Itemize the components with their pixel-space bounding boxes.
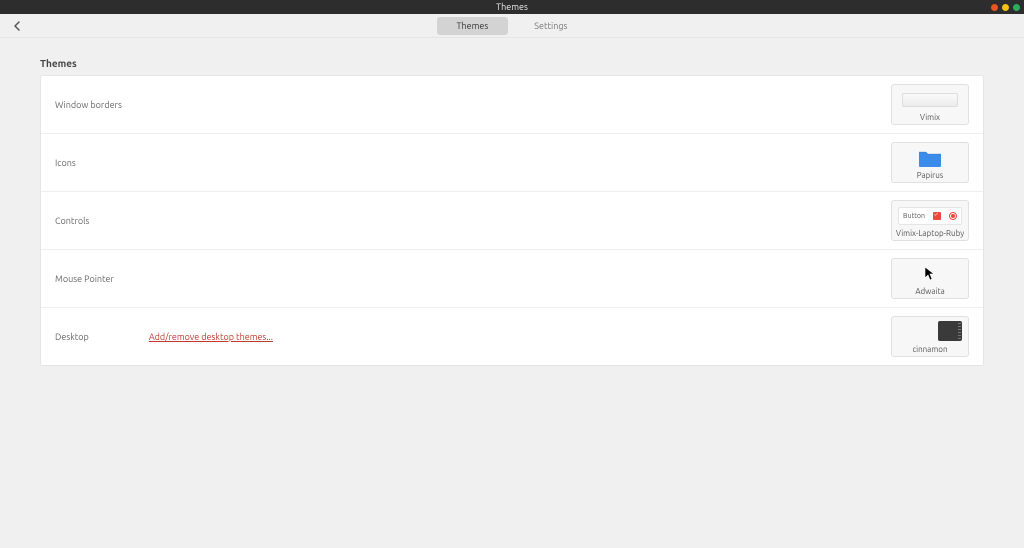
window-maximize-button[interactable] — [1013, 4, 1020, 11]
cursor-icon — [924, 266, 936, 282]
back-arrow-icon — [12, 20, 24, 32]
controls-selector[interactable]: Button Vimix-Laptop-Ruby — [891, 200, 969, 241]
desktop-selector[interactable]: cinnamon — [891, 316, 969, 357]
radio-icon — [949, 212, 957, 220]
controls-preview-button-label: Button — [903, 212, 925, 220]
window-titlebar: Themes — [0, 0, 1024, 14]
section-title: Themes — [40, 58, 984, 69]
row-desktop-label: Desktop — [55, 332, 89, 342]
window-borders-value: Vimix — [920, 113, 940, 122]
window-minimize-button[interactable] — [1002, 4, 1009, 11]
window-border-preview-icon — [902, 93, 958, 107]
window-borders-preview — [898, 89, 962, 111]
tab-settings[interactable]: Settings — [514, 17, 587, 35]
mouse-pointer-preview — [898, 263, 962, 285]
row-window-borders: Window borders Vimix — [41, 76, 983, 134]
row-controls: Controls Button Vimix-Laptop-Ruby — [41, 192, 983, 250]
row-window-borders-label: Window borders — [55, 100, 122, 110]
desktop-preview — [898, 321, 962, 343]
window-controls — [991, 0, 1020, 14]
desktop-value: cinnamon — [912, 345, 947, 354]
row-controls-label: Controls — [55, 216, 89, 226]
window-close-button[interactable] — [991, 4, 998, 11]
controls-preview: Button — [898, 205, 962, 227]
icons-value: Papirus — [917, 171, 944, 180]
window-borders-selector[interactable]: Vimix — [891, 84, 969, 125]
window-title: Themes — [496, 2, 528, 12]
mouse-pointer-selector[interactable]: Adwaita — [891, 258, 969, 299]
folder-icon — [918, 148, 942, 168]
add-remove-desktop-themes-link[interactable]: Add/remove desktop themes... — [149, 332, 273, 342]
content: Themes Window borders Vimix Icons — [0, 38, 1024, 386]
toolbar: Themes Settings — [0, 14, 1024, 38]
settings-rows: Window borders Vimix Icons Papir — [40, 75, 984, 366]
checkbox-icon — [933, 212, 941, 220]
row-icons: Icons Papirus — [41, 134, 983, 192]
tabs: Themes Settings — [437, 17, 588, 35]
desktop-preview-icon — [938, 321, 962, 341]
mouse-pointer-value: Adwaita — [915, 287, 944, 296]
icons-preview — [898, 147, 962, 169]
row-mouse-pointer: Mouse Pointer Adwaita — [41, 250, 983, 308]
row-mouse-pointer-label: Mouse Pointer — [55, 274, 114, 284]
icons-selector[interactable]: Papirus — [891, 142, 969, 183]
tab-themes[interactable]: Themes — [437, 17, 509, 35]
back-button[interactable] — [10, 18, 26, 34]
controls-value: Vimix-Laptop-Ruby — [896, 229, 964, 238]
row-desktop: Desktop Add/remove desktop themes... cin… — [41, 308, 983, 365]
row-icons-label: Icons — [55, 158, 76, 168]
